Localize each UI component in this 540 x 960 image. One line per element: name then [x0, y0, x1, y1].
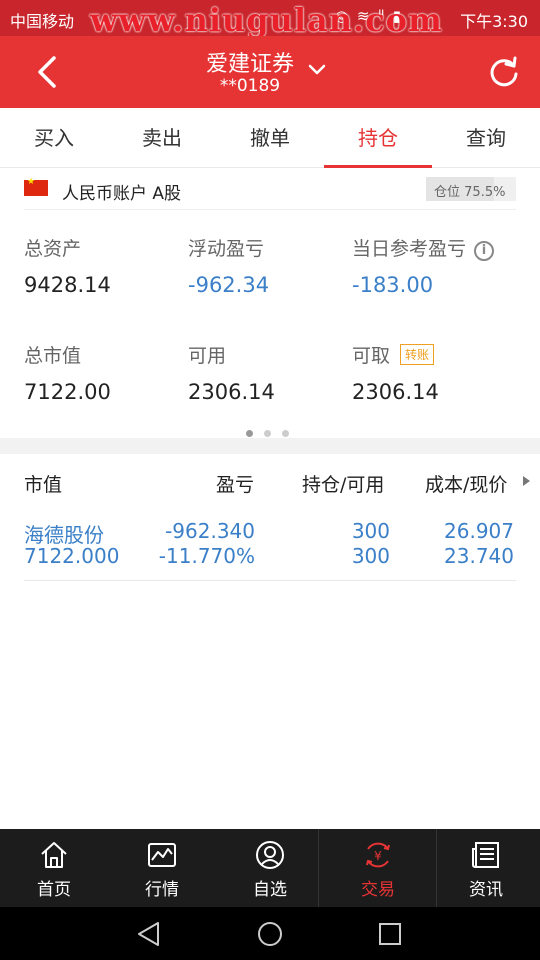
tab-query[interactable]: 查询: [432, 108, 540, 168]
tab-buy[interactable]: 买入: [0, 108, 108, 168]
nav-market[interactable]: 行情: [108, 829, 216, 907]
position-value: 75.5%: [464, 185, 506, 200]
daily-pl-value: -183.00: [352, 273, 434, 297]
account-row: 人民币账户 A股 仓位 75.5%: [24, 172, 516, 210]
scroll-right-icon[interactable]: [523, 476, 530, 486]
nav-news-label: 资讯: [469, 880, 503, 900]
stat-daily-pl: 当日参考盈亏 i -183.00: [352, 234, 495, 297]
header-market-value[interactable]: 市值: [24, 470, 62, 497]
nav-home-label: 首页: [37, 880, 71, 900]
withdrawable-value: 2306.14: [352, 380, 439, 404]
stat-available: 可用 2306.14: [188, 341, 275, 404]
stock-pl: -962.340: [165, 519, 255, 543]
bottom-nav: 首页 行情 自选 ¥ 交易 资讯: [0, 829, 540, 907]
total-assets-label: 总资产: [24, 238, 82, 260]
page-dot: [246, 430, 253, 437]
position-bar: 仓位 75.5%: [426, 177, 516, 201]
stat-withdrawable: 可取 转账 2306.14: [352, 341, 439, 404]
stock-market-value: 7122.000: [24, 544, 120, 568]
available-value: 2306.14: [188, 380, 275, 404]
broker-title[interactable]: 爱建证券: [0, 46, 500, 78]
system-recents-icon[interactable]: [378, 922, 402, 946]
watermark: www.niugulan.com: [90, 1, 443, 39]
floating-pl-value: -962.34: [188, 273, 270, 297]
stock-price: 23.740: [444, 544, 514, 568]
system-nav-bar: [0, 907, 540, 960]
stat-market-value: 总市值 7122.00: [24, 341, 111, 404]
carrier-name: 中国移动: [10, 12, 75, 31]
trade-tabs: 买入 卖出 撤单 持仓 查询: [0, 108, 540, 168]
stock-cost: 26.907: [444, 519, 514, 543]
page-dot: [282, 430, 289, 437]
available-label: 可用: [188, 345, 227, 367]
nav-separator: [318, 829, 319, 907]
nav-home[interactable]: 首页: [0, 829, 108, 907]
nav-separator: [436, 829, 437, 907]
yuan-exchange-icon: ¥: [366, 842, 390, 868]
nav-news[interactable]: 资讯: [432, 829, 540, 907]
nav-watchlist[interactable]: 自选: [216, 829, 324, 907]
header-cost-price[interactable]: 成本/现价: [425, 470, 507, 497]
tab-cancel-order[interactable]: 撤单: [216, 108, 324, 168]
header-holding-available[interactable]: 持仓/可用: [302, 470, 384, 497]
row-divider: [24, 580, 516, 581]
china-flag-icon: [24, 177, 48, 196]
svg-text:¥: ¥: [374, 849, 382, 863]
tab-holdings[interactable]: 持仓: [324, 108, 432, 168]
clock: 下午3:30: [460, 12, 528, 31]
chart-icon: [148, 843, 176, 867]
home-icon: [41, 842, 67, 868]
market-value-value: 7122.00: [24, 380, 111, 404]
tab-sell[interactable]: 卖出: [108, 108, 216, 168]
page-dot: [264, 430, 271, 437]
refresh-icon[interactable]: [486, 54, 522, 90]
withdrawable-label: 可取: [352, 345, 391, 367]
transfer-button[interactable]: 转账: [400, 344, 435, 365]
header-profit-loss[interactable]: 盈亏: [216, 470, 254, 497]
account-name: 人民币账户 A股: [62, 184, 182, 204]
nav-market-label: 行情: [145, 880, 179, 900]
section-divider: [0, 438, 540, 454]
account-number: **0189: [219, 76, 281, 96]
daily-pl-label: 当日参考盈亏: [352, 238, 467, 260]
nav-watchlist-label: 自选: [253, 880, 287, 900]
stock-pl-pct: -11.770%: [158, 544, 255, 568]
stat-floating-pl: 浮动盈亏 -962.34: [188, 234, 269, 297]
stock-holding: 300: [351, 519, 390, 543]
position-label: 仓位: [434, 185, 461, 200]
system-back-icon[interactable]: [136, 921, 162, 947]
nav-trade[interactable]: ¥ 交易: [324, 829, 432, 907]
total-assets-value: 9428.14: [24, 273, 111, 297]
system-home-icon[interactable]: [256, 920, 284, 948]
stat-total-assets: 总资产 9428.14: [24, 234, 111, 297]
floating-pl-label: 浮动盈亏: [188, 238, 265, 260]
market-value-label: 总市值: [24, 345, 82, 367]
news-icon: [472, 842, 499, 868]
user-circle-icon: [256, 841, 284, 869]
app-bar: 爱建证券 **0189: [0, 36, 540, 108]
nav-trade-label: 交易: [361, 880, 395, 900]
info-icon[interactable]: i: [474, 241, 495, 261]
stock-available: 300: [351, 544, 390, 568]
